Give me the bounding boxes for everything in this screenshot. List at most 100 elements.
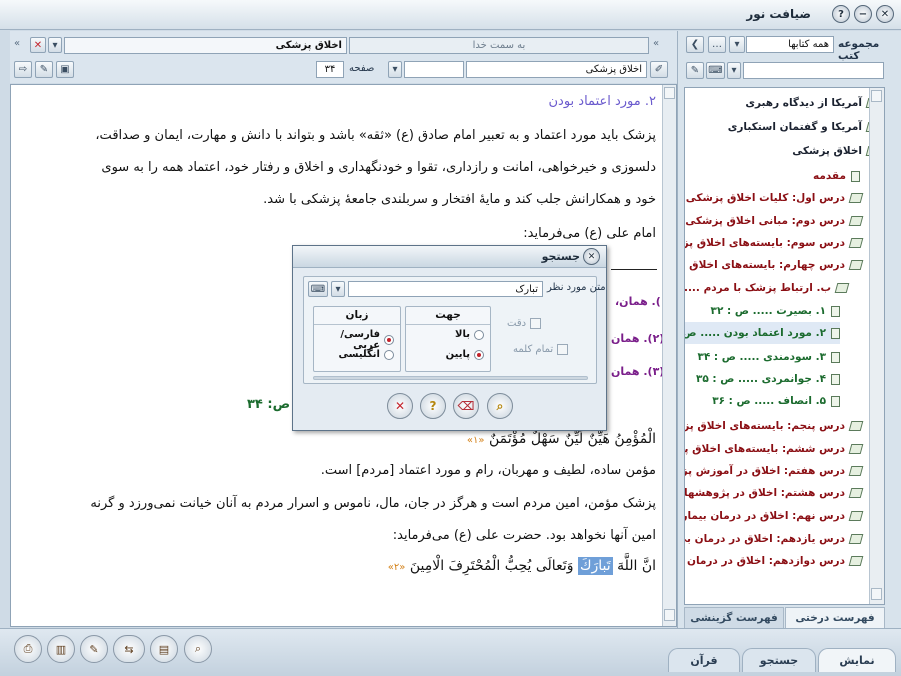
book-tab[interactable]: اخلاق پزشکی [64,37,347,54]
tree-item[interactable]: درس دوم: مبانی اخلاق پزشکی [685,210,864,232]
tree-item-label: درس نهم: اخلاق در درمان بیمار [684,510,845,522]
tab-close-icon[interactable]: ✕ [30,37,46,53]
split-view-icon[interactable]: ▤ [150,635,178,663]
expand-right-icon[interactable]: « [653,38,659,49]
tree-item[interactable]: درس پنجم: بایسته‌های اخلاق پز [685,415,864,437]
dialog-close-icon[interactable]: ✕ [583,248,600,265]
whole-word-checkbox[interactable]: تمام کلمه [513,344,569,355]
tab-search[interactable]: جستجو [742,648,816,672]
search-dialog: جستجو ✕ تبارک متن مورد نظر ▾ ⌨ زبان فارس… [292,245,607,431]
collection-select[interactable]: همه کتابها [746,36,834,53]
search-icon[interactable]: ⌕ [184,635,212,663]
tree-item[interactable]: اخلاق پزشکی [792,140,881,162]
bookmark-icon[interactable]: ✐ [650,61,668,78]
back-arrow-icon[interactable]: ❮ [686,36,704,53]
radio-dir-down[interactable]: پایین [446,349,484,360]
open-book-icon [848,260,864,270]
search-dropdown-arrow-icon[interactable]: ▾ [727,62,741,79]
radio-down-dot[interactable] [474,349,484,360]
radio-dir-up[interactable]: بالا [455,329,484,340]
page-number-input[interactable]: ۳۴ [316,61,344,78]
open-book-icon [834,283,850,293]
layout-icon[interactable]: ▣ [56,61,74,78]
tree-item[interactable]: ۳. سودمندی ..... ص : ۳۴ [697,346,840,368]
tree-item[interactable]: درس هشتم: اخلاق در پژوهشهای [685,482,864,504]
tree-item-label: درس اول: کلیات اخلاق پزشکی [685,192,845,204]
exact-checkbox[interactable]: دقت [507,318,542,329]
scroll-up-icon[interactable] [871,90,882,102]
tree-item[interactable]: درس نهم: اخلاق در درمان بیمار [684,505,864,527]
page-search-input[interactable] [404,61,464,78]
document-scrollbar[interactable] [662,85,676,626]
find-icon[interactable]: ⌕ [487,393,513,419]
scroll-down-icon[interactable] [664,609,675,621]
tree-item[interactable]: ۵. انصاف ..... ص : ۳۶ [712,390,840,412]
wrench-icon[interactable]: ✎ [686,62,704,79]
search-text-input[interactable]: تبارک [348,281,543,297]
page-icon [831,327,840,339]
tree-item-selected[interactable]: ۲. مورد اعتماد بودن ..... ص [685,322,840,344]
print-icon[interactable]: ⎙ [14,635,42,663]
radio-fa-dot[interactable] [384,335,394,345]
tree-item[interactable]: ب. ارتباط پزشک با مردم .... [685,277,850,299]
tree-item[interactable]: درس اول: کلیات اخلاق پزشکی [685,187,864,209]
export-icon[interactable]: ⇆ [113,635,145,663]
collection-label: مجموعه کتب [838,38,880,62]
close-icon[interactable]: ✕ [876,5,894,23]
expand-left-icon[interactable]: « [14,38,26,52]
scroll-down-icon[interactable] [871,588,882,600]
edit-icon[interactable]: ✎ [80,635,108,663]
tree-item[interactable]: ۱. بصیرت ..... ص : ۳۲ [711,300,840,322]
minimize-icon[interactable]: − [854,5,872,23]
cancel-search-icon[interactable]: ✕ [387,393,413,419]
footnote-2: (۲). همان [611,332,664,345]
scroll-up-icon[interactable] [664,87,675,99]
tree-item[interactable]: درس سوم: بایسته‌های اخلاق پز [685,232,864,254]
tree-item[interactable]: ۴. جوانمردی ..... ص : ۳۵ [696,368,840,390]
search-text-label: متن مورد نظر [547,282,606,293]
book-search-input[interactable] [743,62,884,79]
tree-scrollbar[interactable] [869,88,884,604]
search-help-icon[interactable]: ? [420,393,446,419]
collection-dropdown-arrow-icon[interactable]: ▾ [729,36,745,53]
radio-lang-en[interactable]: انگلیسی [339,349,394,360]
tree-item-label: درس ششم: بایسته‌های اخلاق پز [684,443,845,455]
keyboard-icon[interactable]: ⌨ [706,62,725,79]
keyboard-icon[interactable]: ⌨ [308,281,328,297]
tab-display[interactable]: نمایش [818,648,896,672]
help-icon[interactable]: ? [832,5,850,23]
whole-word-checkbox-box[interactable] [557,344,569,355]
radio-lang-fa[interactable]: فارسی/عربی [314,329,394,351]
radio-en-dot[interactable] [384,349,394,360]
book-name-field[interactable]: اخلاق پزشکی [466,61,647,78]
tab-selective-index[interactable]: فهرست گزینشی [684,607,784,629]
tree-item[interactable]: درس هفتم: اخلاق در آموزش پز [685,460,864,482]
history-dropdown-arrow-icon[interactable]: ▾ [331,281,345,297]
tab-quran[interactable]: قرآن [668,648,740,672]
tree-item-label: مقدمه [813,170,846,182]
more-options-button[interactable]: … [708,36,726,53]
tree-item[interactable]: درس چهارم: بایسته‌های اخلاق پز [685,254,864,276]
hadith-ref-2: «۲» [387,562,406,573]
imam-quote-intro: امام علی (ع) می‌فرماید: [523,226,656,241]
tree-item[interactable]: مقدمه [813,165,860,187]
tree-item[interactable]: درس یازدهم: اخلاق در درمان بی [685,528,864,550]
settings-icon[interactable]: ✎ [35,61,53,78]
tree-item[interactable]: درس ششم: بایسته‌های اخلاق پز [684,438,864,460]
tree-item[interactable]: آمریکا از دیدگاه رهبری [745,92,881,114]
radio-up-dot[interactable] [474,329,484,340]
next-page-icon[interactable]: ⇨ [14,61,32,78]
books-icon[interactable]: ▥ [47,635,75,663]
book-icon [848,534,864,544]
tree-item-label: درس دوازدهم: اخلاق در درمان بی [684,555,845,567]
book-tree[interactable]: آمریکا از دیدگاه رهبری آمریکا و گفتمان اس… [684,87,885,605]
tab-tree-index[interactable]: فهرست درختی [785,607,885,629]
tab-list-arrow-icon[interactable]: ▾ [48,37,62,53]
tree-item[interactable]: درس دوازدهم: اخلاق در درمان بی [684,550,864,572]
exact-checkbox-box[interactable] [530,318,542,329]
search-highlight[interactable]: تَبارَكَ [577,557,613,575]
clear-search-icon[interactable]: ⌫ [453,393,479,419]
page-dropdown-arrow-icon[interactable]: ▾ [388,61,402,78]
page-label: صفحه [349,63,375,74]
tree-item[interactable]: آمریکا و گفتمان استکباری [728,116,881,138]
